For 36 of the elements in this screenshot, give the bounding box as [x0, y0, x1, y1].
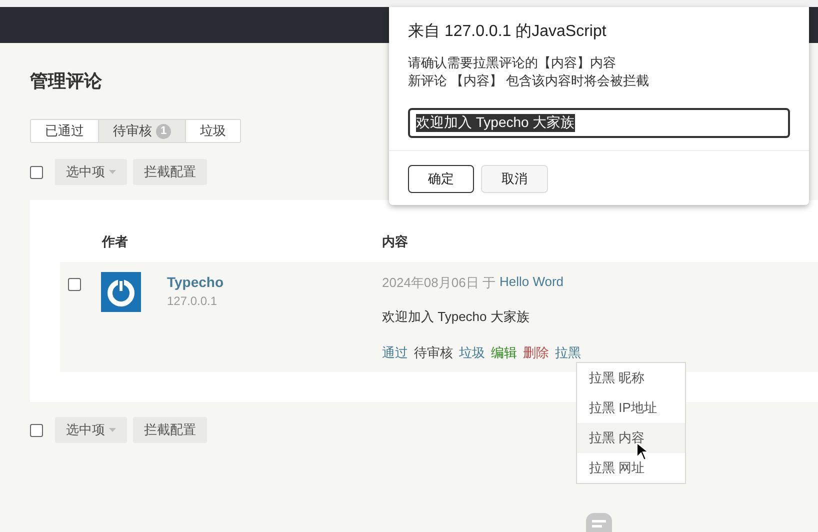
- column-header: 内容: [382, 233, 409, 251]
- dialog-message: 新评论 【内容】 包含该内容时将会被拦截: [408, 72, 650, 90]
- tab[interactable]: 已通过: [31, 120, 98, 142]
- comment-date: 2024年08月06日 于: [382, 274, 496, 292]
- block-config-button[interactable]: 拦截配置: [133, 159, 207, 185]
- dialog-title: 来自 127.0.0.1 的JavaScript: [408, 22, 608, 42]
- comment-action[interactable]: 拉黑: [555, 344, 581, 362]
- cursor-icon: [636, 442, 648, 461]
- menu-item[interactable]: 拉黑 内容: [577, 423, 685, 453]
- tab[interactable]: 待审核 1: [98, 120, 185, 142]
- page-title: 管理评论: [30, 70, 102, 93]
- comment-action[interactable]: 删除: [523, 344, 549, 362]
- selection-dropdown[interactable]: 选中项: [55, 417, 127, 443]
- selection-dropdown[interactable]: 选中项: [55, 159, 127, 185]
- author-name[interactable]: Typecho: [167, 274, 382, 290]
- block-config-button[interactable]: 拦截配置: [133, 417, 207, 443]
- author-ip: 127.0.0.1: [167, 294, 218, 308]
- checkbox[interactable]: [30, 166, 43, 178]
- comment-action[interactable]: 编辑: [491, 344, 517, 362]
- post-link[interactable]: Hello Word: [499, 274, 564, 292]
- comment-action[interactable]: 待审核: [414, 344, 453, 362]
- cancel-button[interactable]: 取消: [481, 165, 548, 193]
- column-header: 作者: [102, 233, 129, 251]
- tab[interactable]: 垃圾: [185, 120, 240, 142]
- ok-button[interactable]: 确定: [408, 165, 474, 193]
- caret-icon: [109, 170, 116, 174]
- caret-icon: [109, 428, 116, 432]
- count-badge: 1: [156, 124, 171, 138]
- checkbox[interactable]: [68, 278, 81, 291]
- checkbox[interactable]: [30, 424, 43, 436]
- comment-action[interactable]: 通过: [382, 344, 408, 362]
- comment-action[interactable]: 垃圾: [459, 344, 485, 362]
- comment-text: 欢迎加入 Typecho 大家族: [382, 308, 530, 326]
- avatar-icon: [101, 272, 141, 312]
- input-field[interactable]: 欢迎加入 Typecho 大家族: [408, 108, 790, 138]
- dialog-message: 请确认需要拉黑评论的【内容】内容: [408, 54, 617, 72]
